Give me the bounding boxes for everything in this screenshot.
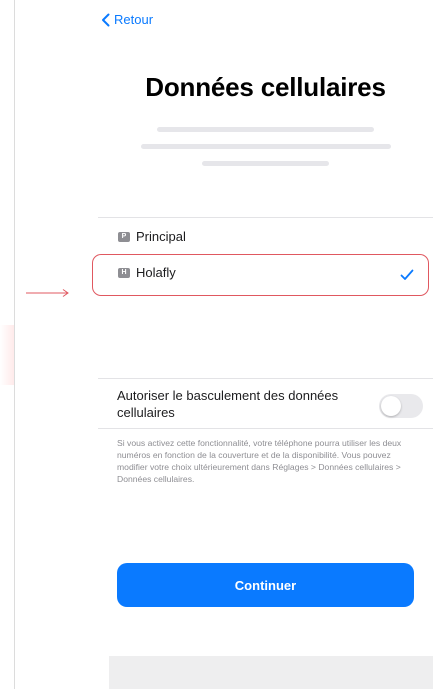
back-label: Retour: [114, 12, 154, 27]
sim-badge-icon: P: [118, 231, 130, 242]
data-switching-label: Autoriser le basculement des données cel…: [117, 388, 339, 420]
toggle-divider-top: [98, 378, 433, 379]
description-placeholder-line: [157, 127, 374, 132]
sim-badge-icon: H: [118, 267, 130, 278]
continue-button[interactable]: Continuer: [117, 563, 414, 607]
line-option-holafly[interactable]: H Holafly: [118, 265, 176, 280]
line-option-principal[interactable]: P Principal: [118, 229, 186, 244]
toggle-knob: [381, 396, 401, 416]
line-option-label: Holafly: [136, 265, 176, 280]
help-text: Si vous activez cette fonctionnalité, vo…: [117, 438, 402, 485]
chevron-left-icon: [101, 13, 110, 27]
page-title: Données cellulaires: [145, 72, 386, 102]
description-placeholder-line: [202, 161, 329, 166]
back-button[interactable]: Retour: [101, 12, 153, 27]
checkmark-icon: [400, 268, 414, 286]
data-switching-toggle[interactable]: [379, 394, 423, 418]
description-placeholder-line: [141, 144, 391, 149]
toggle-divider-bottom: [98, 428, 433, 429]
pointer-arrow-icon: [26, 285, 70, 303]
list-divider: [98, 217, 433, 218]
bottom-bar: [109, 656, 433, 689]
line-option-label: Principal: [136, 229, 186, 244]
left-panel-highlight: [0, 325, 14, 385]
